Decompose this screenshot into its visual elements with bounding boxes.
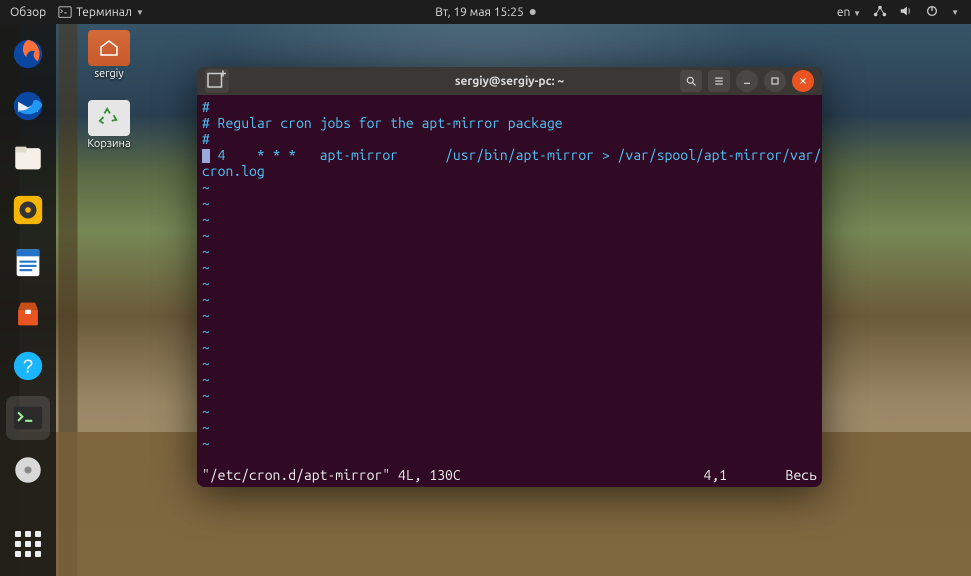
dock-disc[interactable] (6, 448, 50, 492)
top-bar: Обзор Терминал ▼ Вт, 19 мая 15:25 en ▼ ▼ (0, 0, 971, 24)
dock-thunderbird[interactable] (6, 84, 50, 128)
desktop-folder-label: sergiy (74, 68, 144, 80)
dock-firefox[interactable] (6, 32, 50, 76)
vim-tilde: ~ (202, 195, 210, 211)
recycle-icon (98, 107, 120, 129)
vim-tilde: ~ (202, 355, 210, 371)
app-menu-label: Терминал (76, 6, 132, 19)
dock-terminal[interactable] (6, 396, 50, 440)
vim-tilde: ~ (202, 387, 210, 403)
keyboard-layout[interactable]: en ▼ (837, 6, 861, 19)
status-file: "/etc/cron.d/apt-mirror" 4L, 130C (202, 467, 461, 483)
vim-tilde: ~ (202, 275, 210, 291)
dock-software[interactable] (6, 292, 50, 336)
svg-text:?: ? (23, 355, 33, 376)
dock-rhythmbox[interactable] (6, 188, 50, 232)
new-tab-icon (205, 69, 229, 93)
desktop-folder-home[interactable]: sergiy (74, 30, 144, 80)
menu-button[interactable] (708, 70, 730, 92)
network-icon[interactable] (873, 4, 887, 21)
volume-icon[interactable] (899, 4, 913, 21)
vim-tilde: ~ (202, 403, 210, 419)
terminal-icon (58, 5, 72, 19)
vim-status-line: "/etc/cron.d/apt-mirror" 4L, 130C 4,1 Ве… (202, 467, 817, 483)
editor-line: # (202, 99, 210, 115)
vim-tilde: ~ (202, 435, 210, 451)
power-icon[interactable] (925, 4, 939, 21)
activities-button[interactable]: Обзор (10, 6, 46, 19)
close-icon (798, 76, 808, 86)
status-cursor-pos: 4,1 (703, 467, 727, 483)
search-icon (685, 75, 697, 87)
desktop-trash-label: Корзина (74, 138, 144, 150)
terminal-window: sergiy@sergiy-pc: ~ # # Regular cron job… (197, 67, 822, 487)
vim-tilde: ~ (202, 291, 210, 307)
hamburger-icon (713, 75, 725, 87)
notification-dot-icon (530, 9, 536, 15)
vim-tilde: ~ (202, 179, 210, 195)
clock[interactable]: Вт, 19 мая 15:25 (435, 6, 536, 19)
vim-tilde: ~ (202, 243, 210, 259)
terminal-content[interactable]: # # Regular cron jobs for the apt-mirror… (197, 95, 822, 487)
editor-line: 4 * * * apt-mirror /usr/bin/apt-mirror >… (210, 147, 822, 163)
close-button[interactable] (792, 70, 814, 92)
minimize-button[interactable] (736, 70, 758, 92)
search-button[interactable] (680, 70, 702, 92)
dock: ? (0, 24, 56, 576)
vim-tilde: ~ (202, 419, 210, 435)
chevron-down-icon: ▼ (853, 9, 861, 18)
home-icon (99, 39, 119, 57)
minimize-icon (741, 75, 753, 87)
vim-tilde: ~ (202, 339, 210, 355)
titlebar[interactable]: sergiy@sergiy-pc: ~ (197, 67, 822, 95)
editor-line: # (202, 131, 210, 147)
new-tab-button[interactable] (205, 69, 229, 93)
maximize-button[interactable] (764, 70, 786, 92)
keyboard-layout-label: en (837, 6, 850, 19)
show-applications-button[interactable] (6, 522, 50, 566)
vim-tilde: ~ (202, 323, 210, 339)
app-menu[interactable]: Терминал ▼ (58, 5, 144, 19)
clock-label: Вт, 19 мая 15:25 (435, 6, 524, 19)
vim-tilde: ~ (202, 371, 210, 387)
chevron-down-icon: ▼ (951, 8, 959, 17)
dock-files[interactable] (6, 136, 50, 180)
chevron-down-icon: ▼ (136, 8, 144, 17)
cursor (202, 149, 210, 163)
dock-libreoffice-writer[interactable] (6, 240, 50, 284)
window-title: sergiy@sergiy-pc: ~ (455, 75, 564, 88)
maximize-icon (769, 75, 781, 87)
editor-line: # Regular cron jobs for the apt-mirror p… (202, 115, 563, 131)
vim-tilde: ~ (202, 307, 210, 323)
vim-tilde: ~ (202, 211, 210, 227)
vim-tilde: ~ (202, 259, 210, 275)
vim-tilde: ~ (202, 227, 210, 243)
editor-line: cron.log (202, 163, 265, 179)
dock-help[interactable]: ? (6, 344, 50, 388)
status-scroll: Весь (786, 467, 817, 483)
desktop-trash[interactable]: Корзина (74, 100, 144, 150)
